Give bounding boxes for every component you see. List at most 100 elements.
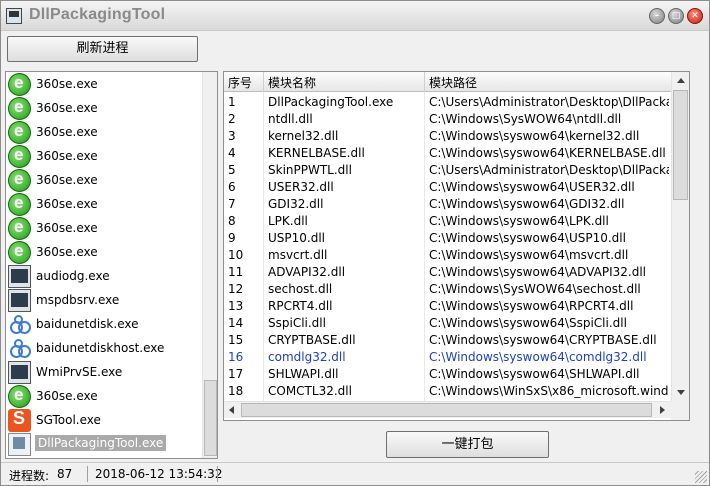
process-list-item[interactable]: baidunetdiskhost.exe — [6, 337, 203, 361]
360se-icon — [8, 169, 31, 192]
process-count-label: 进程数: — [9, 469, 50, 483]
table-row[interactable]: 15 CRYPTBASE.dll C:\Windows\syswow64\CRYPT… — [224, 331, 671, 348]
scrollbar-corner — [671, 401, 689, 420]
module-path-cell: C:\Windows\syswow64\SspiCli.dll — [429, 316, 627, 330]
module-name-cell: DllPackagingTool.exe — [268, 95, 394, 109]
one-click-pack-button[interactable]: 一键打包 — [386, 431, 549, 458]
row-index-cell: 12 — [228, 282, 244, 296]
module-path-cell: C:\Windows\syswow64\LPK.dll — [429, 214, 609, 228]
process-name: 360se.exe — [36, 245, 98, 259]
window-title: DllPackagingTool — [29, 6, 166, 23]
module-table-vscrollbar[interactable] — [671, 72, 689, 401]
title-bar[interactable]: DllPackagingTool – □ ✕ — [1, 1, 709, 31]
row-index-cell: 13 — [228, 299, 244, 313]
process-name: 360se.exe — [36, 77, 98, 91]
table-row[interactable]: 14 SspiCli.dll C:\Windows\syswow64\SspiCli… — [224, 314, 671, 331]
process-name: 360se.exe — [36, 125, 98, 139]
table-row[interactable]: 5 SkinPPWTL.dll C:\Users\Administrator\Des… — [224, 161, 671, 178]
close-button[interactable]: ✕ — [687, 8, 703, 24]
row-index-cell: 7 — [228, 197, 236, 211]
table-row[interactable]: 18 COMCTL32.dll C:\Windows\WinSxS\x86_micr… — [224, 382, 671, 399]
refresh-processes-button[interactable]: 刷新进程 — [7, 36, 198, 62]
process-list-item[interactable]: 360se.exe — [6, 145, 203, 169]
table-row[interactable]: 1 DllPackagingTool.exe C:\Users\Administra… — [224, 93, 671, 110]
maximize-button[interactable]: □ — [668, 8, 684, 24]
table-row[interactable]: 12 sechost.dll C:\Windows\SysWOW64\sechost… — [224, 280, 671, 297]
process-list-item[interactable]: 360se.exe — [6, 97, 203, 121]
process-list-item[interactable]: baidunetdisk.exe — [6, 313, 203, 337]
scroll-left-arrow-icon[interactable] — [229, 406, 234, 414]
module-name-cell: COMCTL32.dll — [268, 384, 352, 398]
table-row[interactable]: 13 RPCRT4.dll C:\Windows\syswow64\RPCRT4.d… — [224, 297, 671, 314]
process-name: 360se.exe — [36, 101, 98, 115]
window-icon — [8, 289, 31, 312]
table-row[interactable]: 11 ADVAPI32.dll C:\Windows\syswow64\ADVAPI… — [224, 263, 671, 280]
process-name: baidunetdisk.exe — [36, 317, 139, 331]
360se-icon — [8, 145, 31, 168]
360se-icon — [8, 241, 31, 264]
column-header-index[interactable]: 序号 — [228, 74, 252, 91]
module-path-cell: C:\Windows\syswow64\kernel32.dll — [429, 129, 640, 143]
row-index-cell: 18 — [228, 384, 244, 398]
process-list-scroll-thumb[interactable] — [204, 380, 217, 456]
resize-grip-icon[interactable] — [695, 471, 707, 483]
process-list-item[interactable]: 360se.exe — [6, 73, 203, 97]
process-list-item[interactable]: WmiPrvSE.exe — [6, 361, 203, 385]
table-row[interactable]: 4 KERNELBASE.dll C:\Windows\syswow64\KERNE… — [224, 144, 671, 161]
process-list[interactable]: 360se.exe 360se.exe 360se.exe 360se.exe 360s… — [5, 71, 218, 459]
column-header-module-name[interactable]: 模块名称 — [268, 74, 316, 91]
module-name-cell: msvcrt.dll — [268, 248, 328, 262]
table-row[interactable]: 16 comdlg32.dll C:\Windows\syswow64\comdlg… — [224, 348, 671, 365]
module-name-cell: USER32.dll — [268, 180, 334, 194]
row-index-cell: 1 — [228, 95, 236, 109]
module-table-hscrollbar[interactable] — [224, 401, 671, 418]
table-row[interactable]: 7 GDI32.dll C:\Windows\syswow64\GDI32.dll — [224, 195, 671, 212]
scroll-up-arrow-icon[interactable] — [677, 78, 685, 83]
table-row[interactable]: 10 msvcrt.dll C:\Windows\syswow64\msvcrt.d… — [224, 246, 671, 263]
scroll-right-arrow-icon[interactable] — [660, 406, 665, 414]
app-window: DllPackagingTool – □ ✕ 刷新进程 360se.exe360… — [0, 0, 710, 486]
window-icon — [8, 361, 31, 384]
process-list-scrollbar[interactable] — [202, 72, 217, 458]
module-path-cell: C:\Windows\syswow64\RPCRT4.dll — [429, 299, 634, 313]
process-list-item[interactable]: 360se.exe — [6, 193, 203, 217]
process-name: 360se.exe — [36, 389, 98, 403]
process-list-item[interactable]: audiodg.exe — [6, 265, 203, 289]
process-list-item[interactable]: SGTool.exe — [6, 408, 203, 433]
row-index-cell: 5 — [228, 163, 236, 177]
process-list-item[interactable]: 360se.exe — [6, 217, 203, 241]
column-header-module-path[interactable]: 模块路径 — [429, 74, 477, 91]
process-list-item[interactable]: 360se.exe — [6, 169, 203, 193]
minimize-button[interactable]: – — [649, 8, 665, 24]
process-list-item[interactable]: 360se.exe — [6, 121, 203, 145]
360se-icon — [8, 121, 31, 144]
360se-icon — [8, 193, 31, 216]
module-name-cell: USP10.dll — [268, 231, 326, 245]
table-row[interactable]: 2 ntdll.dll C:\Windows\SysWOW64\ntdll.dll — [224, 110, 671, 127]
table-row[interactable]: 6 USER32.dll C:\Windows\syswow64\USER32.dl… — [224, 178, 671, 195]
table-row[interactable]: 9 USP10.dll C:\Windows\syswow64\USP10.dll — [224, 229, 671, 246]
row-index-cell: 17 — [228, 367, 244, 381]
process-list-item[interactable]: mspdbsrv.exe — [6, 289, 203, 313]
process-list-item[interactable]: 360se.exe — [6, 385, 203, 409]
process-list-item[interactable]: 360se.exe — [6, 241, 203, 265]
module-table-vscroll-thumb[interactable] — [673, 90, 688, 200]
module-path-cell: C:\Windows\syswow64\ADVAPI32.dll — [429, 265, 646, 279]
window-icon — [8, 265, 31, 288]
module-table[interactable]: 序号 模块名称 模块路径 1 DllPackagingTool.exe C:\Use… — [223, 71, 690, 421]
process-list-item[interactable]: DllPackagingTool.exe — [6, 433, 203, 457]
table-row[interactable]: 17 SHLWAPI.dll C:\Windows\syswow64\SHLWAPI… — [224, 365, 671, 382]
process-name: WmiPrvSE.exe — [36, 365, 123, 379]
module-path-cell: C:\Windows\syswow64\msvcrt.dll — [429, 248, 629, 262]
row-index-cell: 11 — [228, 265, 244, 279]
module-path-cell: C:\Windows\WinSxS\x86_microsoft.windo — [429, 384, 669, 398]
process-name: 360se.exe — [36, 149, 98, 163]
scroll-down-arrow-icon[interactable] — [677, 390, 685, 395]
process-name: 360se.exe — [36, 173, 98, 187]
dll-tool-icon — [8, 433, 31, 456]
table-row[interactable]: 3 kernel32.dll C:\Windows\syswow64\kernel3… — [224, 127, 671, 144]
baidunetdisk-icon — [8, 337, 31, 360]
table-row[interactable]: 8 LPK.dll C:\Windows\syswow64\LPK.dll — [224, 212, 671, 229]
module-path-cell: C:\Windows\syswow64\GDI32.dll — [429, 197, 625, 211]
module-table-hscroll-thumb[interactable] — [241, 403, 652, 417]
